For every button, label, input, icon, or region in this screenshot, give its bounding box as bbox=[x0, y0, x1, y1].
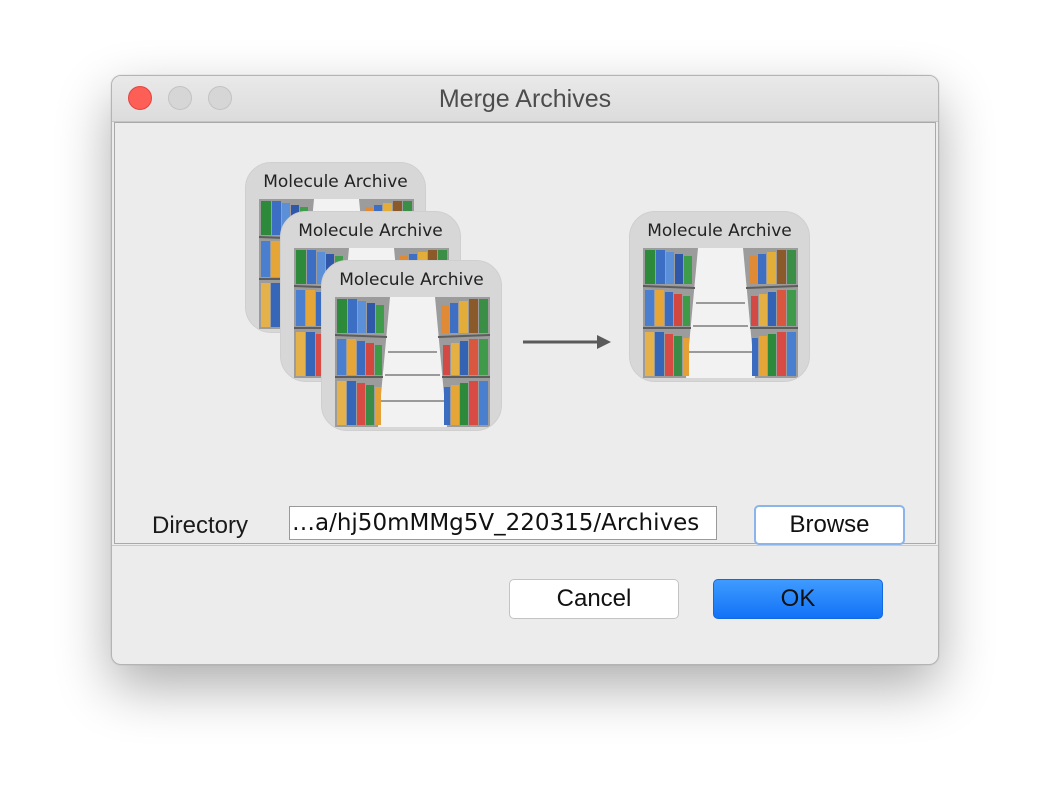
cancel-button[interactable]: Cancel bbox=[509, 579, 679, 619]
directory-label: Directory bbox=[152, 512, 249, 539]
content-panel: Molecule Archive Molecule Archive Molecu… bbox=[114, 122, 936, 545]
directory-path-field[interactable]: …a/hj50mMMg5V_220315/Archives bbox=[289, 506, 717, 540]
archive-card-label: Molecule Archive bbox=[339, 270, 484, 290]
divider bbox=[112, 545, 938, 546]
merge-archives-dialog: Merge Archives Molecule Archive Molecule… bbox=[111, 75, 939, 665]
directory-path-value: …a/hj50mMMg5V_220315/Archives bbox=[292, 510, 700, 536]
library-bookshelves-icon bbox=[335, 297, 490, 427]
source-archive-card-3: Molecule Archive bbox=[321, 260, 502, 431]
archive-card-label: Molecule Archive bbox=[298, 221, 443, 241]
window-title: Merge Archives bbox=[438, 85, 612, 113]
archive-card-label: Molecule Archive bbox=[263, 172, 408, 192]
library-bookshelves-icon bbox=[643, 248, 798, 378]
browse-button[interactable]: Browse bbox=[754, 505, 905, 545]
archive-card-label: Molecule Archive bbox=[647, 221, 792, 241]
ok-button[interactable]: OK bbox=[713, 579, 883, 619]
result-archive-card: Molecule Archive bbox=[629, 211, 810, 382]
title-bar[interactable]: Merge Archives bbox=[112, 76, 938, 122]
right-arrow-icon bbox=[523, 332, 613, 357]
